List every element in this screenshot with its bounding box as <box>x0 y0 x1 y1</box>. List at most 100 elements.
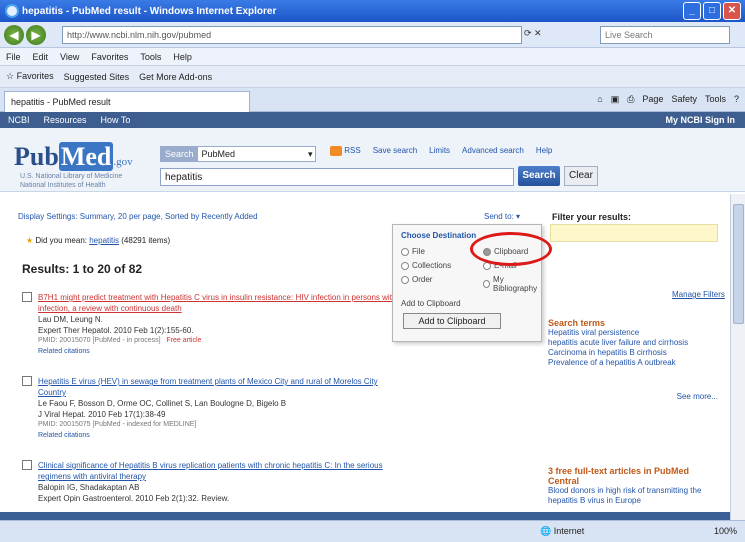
nlm-subtitle: U.S. National Library of Medicine Nation… <box>20 173 123 189</box>
add-to-label: Add to Clipboard <box>401 299 461 308</box>
forward-button[interactable]: ▶ <box>26 25 46 45</box>
star-icon: ★ <box>26 236 34 245</box>
related-citations-link[interactable]: Related citations <box>22 430 532 441</box>
url-field[interactable]: http://www.ncbi.nlm.nih.gov/pubmed <box>62 26 522 44</box>
horizontal-scrollbar[interactable] <box>0 512 730 520</box>
howto-link[interactable]: How To <box>101 115 131 125</box>
rss-link[interactable]: RSS <box>330 146 361 156</box>
radio-collections[interactable] <box>401 261 409 270</box>
favorites-button[interactable]: ☆ Favorites <box>6 71 54 82</box>
option-collections[interactable]: Collections <box>401 261 451 270</box>
panel-link[interactable]: Hepatitis viral persistence <box>548 328 718 338</box>
feeds-icon[interactable]: ▣ <box>611 94 620 105</box>
menu-tools[interactable]: Tools <box>140 52 161 62</box>
search-button[interactable]: Search <box>518 166 560 186</box>
window-controls: _ □ ✕ <box>683 2 741 20</box>
pubmed-logo[interactable]: PubMed .gov <box>14 142 133 172</box>
menu-view[interactable]: View <box>60 52 79 62</box>
scroll-thumb[interactable] <box>733 204 744 324</box>
page-menu[interactable]: Page <box>642 94 663 105</box>
safety-menu[interactable]: Safety <box>671 94 697 105</box>
status-bar: 🌐 Internet 100% <box>0 520 745 542</box>
result-journal: J Viral Hepat. 2010 Feb 17(1):38-49 <box>38 410 166 419</box>
back-button[interactable]: ◀ <box>4 25 24 45</box>
menu-file[interactable]: File <box>6 52 21 62</box>
zone-status: 🌐 Internet <box>540 526 585 536</box>
help-link[interactable]: Help <box>536 146 552 156</box>
radio-my-bibliography[interactable] <box>483 280 491 288</box>
ncbi-link[interactable]: NCBI <box>8 115 30 125</box>
tab-pubmed[interactable]: hepatitis - PubMed result <box>4 91 250 112</box>
print-icon[interactable]: ⎙ <box>627 94 634 105</box>
favorites-bar: ☆ Favorites Suggested Sites Get More Add… <box>0 66 745 88</box>
close-button[interactable]: ✕ <box>723 2 741 20</box>
result-journal: Expert Opin Gastroenterol. 2010 Feb 2(1)… <box>38 494 230 503</box>
vertical-scrollbar[interactable] <box>730 194 745 520</box>
ncbi-bar: NCBI Resources How To My NCBI Sign In <box>0 112 745 128</box>
manage-filters-link[interactable]: Manage Filters <box>672 290 725 299</box>
search-input[interactable]: hepatitis <box>160 168 514 186</box>
clear-button[interactable]: Clear <box>564 166 598 186</box>
browser-search-input[interactable]: Live Search <box>600 26 730 44</box>
suggested-sites-link[interactable]: Suggested Sites <box>64 72 130 82</box>
result-checkbox[interactable] <box>22 460 32 470</box>
menu-help[interactable]: Help <box>173 52 192 62</box>
add-to-clipboard-button[interactable]: Add to Clipboard <box>403 313 501 329</box>
did-you-mean: ★ Did you mean: hepatitis (48291 items) <box>26 236 171 245</box>
menu-favorites[interactable]: Favorites <box>91 52 128 62</box>
result-title-link[interactable]: Clinical significance of Hepatitis B vir… <box>22 460 532 471</box>
limits-link[interactable]: Limits <box>429 146 450 156</box>
panel-link[interactable]: Carcinoma in hepatitis B cirrhosis <box>548 348 718 358</box>
filter-heading: Filter your results: <box>552 212 632 222</box>
option-file[interactable]: File <box>401 247 425 256</box>
radio-order[interactable] <box>401 275 409 284</box>
highlight-circle <box>470 232 552 266</box>
search-links: RSS Save search Limits Advanced search H… <box>330 146 552 156</box>
save-search-link[interactable]: Save search <box>373 146 417 156</box>
result-title-link-cont[interactable]: regimens with antiviral therapy <box>22 471 532 482</box>
ie-logo-icon <box>5 4 19 18</box>
zoom-control[interactable]: 100% <box>714 526 737 536</box>
advanced-search-link[interactable]: Advanced search <box>462 146 524 156</box>
related-citations-link[interactable]: Related citations <box>22 346 532 357</box>
panel-link[interactable]: hepatitis acute liver failure and cirrho… <box>548 338 718 348</box>
free-article-link[interactable]: Free article <box>166 337 201 344</box>
maximize-button[interactable]: □ <box>703 2 721 20</box>
display-settings-link[interactable]: Display Settings: Summary, 20 per page, … <box>18 212 258 221</box>
result-item: Clinical significance of Hepatitis B vir… <box>22 460 532 504</box>
address-bar: ◀ ▶ http://www.ncbi.nlm.nih.gov/pubmed ⟳… <box>0 22 745 48</box>
menu-bar: File Edit View Favorites Tools Help <box>0 48 745 66</box>
tab-bar: hepatitis - PubMed result ⌂ ▣ ⎙ Page Saf… <box>0 88 745 112</box>
chevron-down-icon: ▾ <box>307 148 315 159</box>
send-to-link[interactable]: Send to: ▾ <box>484 212 520 221</box>
get-addons-link[interactable]: Get More Add-ons <box>139 72 212 82</box>
menu-edit[interactable]: Edit <box>33 52 49 62</box>
refresh-stop-icons[interactable]: ⟳ ✕ <box>524 28 542 39</box>
window-titlebar: hepatitis - PubMed result - Windows Inte… <box>0 0 745 22</box>
panel-link[interactable]: Prevalence of a hepatitis A outbreak <box>548 358 718 368</box>
panel-link[interactable]: hepatitis B virus in Europe <box>548 496 718 506</box>
my-ncbi-signin[interactable]: My NCBI Sign In <box>666 115 736 125</box>
resources-link[interactable]: Resources <box>44 115 87 125</box>
minimize-button[interactable]: _ <box>683 2 701 20</box>
home-icon[interactable]: ⌂ <box>597 94 602 105</box>
panel-link[interactable]: Blood donors in high risk of transmittin… <box>548 486 718 496</box>
popup-title: Choose Destination <box>401 231 477 240</box>
panel-heading: 3 free full-text articles in PubMed Cent… <box>548 466 690 486</box>
search-terms-panel: Search terms Hepatitis viral persistence… <box>548 318 718 402</box>
panel-heading: Search terms <box>548 318 606 328</box>
radio-file[interactable] <box>401 247 409 256</box>
did-you-mean-link[interactable]: hepatitis <box>89 236 119 245</box>
option-order[interactable]: Order <box>401 275 432 284</box>
see-more-link[interactable]: See more... <box>548 392 718 402</box>
option-my-bibliography[interactable]: My Bibliography <box>483 275 541 293</box>
help-icon[interactable]: ? <box>734 94 739 105</box>
result-checkbox[interactable] <box>22 292 32 302</box>
tools-menu[interactable]: Tools <box>705 94 726 105</box>
result-title-link[interactable]: Hepatitis E virus (HEV) in sewage from t… <box>22 376 532 387</box>
database-select[interactable]: Search PubMed ▾ <box>160 146 316 162</box>
result-checkbox[interactable] <box>22 376 32 386</box>
result-title-link-cont[interactable]: Country <box>22 387 532 398</box>
result-authors: Balopin IG, Shadakaptan AB <box>38 483 140 492</box>
result-authors: Le Faou F, Bosson D, Orme OC, Collinet S… <box>38 399 287 408</box>
